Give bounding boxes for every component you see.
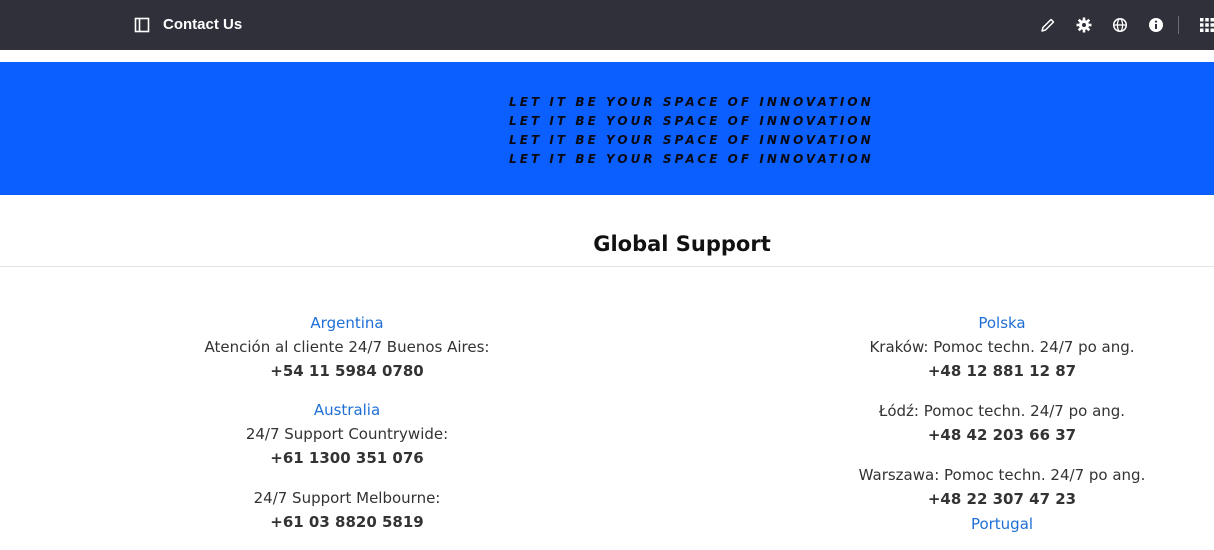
- gear-icon[interactable]: [1076, 17, 1092, 33]
- top-toolbar: Contact Us: [0, 0, 1214, 50]
- section-title: Global Support: [0, 232, 1214, 256]
- contact-entry: 24/7 Support Countrywide: +61 1300 351 0…: [177, 422, 517, 470]
- info-icon[interactable]: [1148, 17, 1164, 33]
- pencil-icon[interactable]: [1040, 17, 1056, 33]
- header-spacer: [0, 50, 1214, 62]
- section-divider: [0, 266, 1214, 267]
- support-column-right: Polska Kraków: Pomoc techn. 24/7 po ang.…: [832, 312, 1172, 536]
- country-link-australia[interactable]: Australia: [177, 399, 517, 422]
- toolbar-divider: [1178, 16, 1179, 34]
- contact-label: Atención al cliente 24/7 Buenos Aires:: [177, 335, 517, 359]
- banner-text: LET IT BE YOUR SPACE OF INNOVATION LET I…: [509, 93, 874, 169]
- country-link-portugal[interactable]: Portugal: [832, 513, 1172, 536]
- contact-label: Kraków: Pomoc techn. 24/7 po ang.: [832, 335, 1172, 359]
- phone-number[interactable]: +48 42 203 66 37: [832, 423, 1172, 447]
- contact-label: 24/7 Support Countrywide:: [177, 422, 517, 446]
- contact-entry: Atención al cliente 24/7 Buenos Aires: +…: [177, 335, 517, 383]
- page-title: Contact Us: [163, 16, 242, 33]
- hero-banner: LET IT BE YOUR SPACE OF INNOVATION LET I…: [0, 62, 1214, 195]
- phone-number[interactable]: +48 12 881 12 87: [832, 359, 1172, 383]
- apps-grid-icon[interactable]: [1199, 17, 1214, 33]
- phone-number[interactable]: +48 22 307 47 23: [832, 487, 1172, 511]
- country-link-argentina[interactable]: Argentina: [177, 312, 517, 335]
- banner-line: LET IT BE YOUR SPACE OF INNOVATION: [509, 131, 874, 150]
- contact-entry: Warszawa: Pomoc techn. 24/7 po ang. +48 …: [832, 463, 1172, 511]
- contact-label: Warszawa: Pomoc techn. 24/7 po ang.: [832, 463, 1172, 487]
- sidebar-panel-icon[interactable]: [134, 17, 150, 33]
- support-column-left: Argentina Atención al cliente 24/7 Bueno…: [177, 312, 517, 550]
- banner-line: LET IT BE YOUR SPACE OF INNOVATION: [509, 112, 874, 131]
- banner-line: LET IT BE YOUR SPACE OF INNOVATION: [509, 93, 874, 112]
- globe-icon[interactable]: [1112, 17, 1128, 33]
- contact-entry: Kraków: Pomoc techn. 24/7 po ang. +48 12…: [832, 335, 1172, 383]
- contact-label: Łódź: Pomoc techn. 24/7 po ang.: [832, 399, 1172, 423]
- banner-line: LET IT BE YOUR SPACE OF INNOVATION: [509, 150, 874, 169]
- phone-number[interactable]: +54 11 5984 0780: [177, 359, 517, 383]
- contact-entry: Łódź: Pomoc techn. 24/7 po ang. +48 42 2…: [832, 399, 1172, 447]
- phone-number[interactable]: +61 1300 351 076: [177, 446, 517, 470]
- country-link-polska[interactable]: Polska: [832, 312, 1172, 335]
- contact-entry: 24/7 Support Melbourne: +61 03 8820 5819: [177, 486, 517, 534]
- phone-number[interactable]: +61 03 8820 5819: [177, 510, 517, 534]
- contact-label: 24/7 Support Melbourne:: [177, 486, 517, 510]
